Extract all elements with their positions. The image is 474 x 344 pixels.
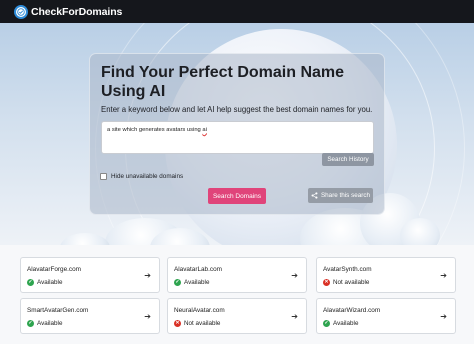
hide-unavailable-label[interactable]: Hide unavailable domains	[111, 173, 183, 180]
check-circle-icon: ✓	[174, 279, 181, 286]
top-navbar: CheckForDomains	[0, 0, 474, 23]
domain-status: ✓ Available	[174, 279, 210, 286]
arrow-right-icon[interactable]: ➔	[291, 271, 298, 280]
arrow-right-icon[interactable]: ➔	[440, 312, 447, 321]
check-circle-icon: ✓	[27, 279, 34, 286]
arrow-right-icon[interactable]: ➔	[291, 312, 298, 321]
domain-status: ✓ Available	[27, 279, 63, 286]
domain-name: AvatarSynth.com	[323, 266, 372, 273]
page-subtitle: Enter a keyword below and let AI help su…	[101, 105, 373, 114]
domain-name: AlavatarForge.com	[27, 266, 81, 273]
domain-name: AlavatarWizard.com	[323, 307, 381, 314]
share-search-button[interactable]: Share this search	[308, 188, 373, 203]
keyword-input[interactable]: a site which generates avatars using ai	[101, 121, 374, 154]
domain-results: AlavatarForge.com ✓ Available ➔ AlavatarL…	[0, 245, 474, 344]
hide-unavailable-row[interactable]: Hide unavailable domains	[100, 173, 183, 180]
hide-unavailable-checkbox[interactable]	[100, 173, 107, 180]
check-circle-icon: ✓	[323, 320, 330, 327]
search-history-button[interactable]: Search History	[322, 153, 374, 166]
domain-card[interactable]: AvatarSynth.com ✕ Not available ➔	[316, 257, 456, 293]
domain-card[interactable]: NeuralAvatar.com ✕ Not available ➔	[167, 298, 307, 334]
domain-status: ✕ Not available	[174, 320, 221, 327]
domain-name: NeuralAvatar.com	[174, 307, 225, 314]
arrow-right-icon[interactable]: ➔	[440, 271, 447, 280]
domain-card[interactable]: AlavatarForge.com ✓ Available ➔	[20, 257, 160, 293]
domain-status: ✓ Available	[27, 320, 63, 327]
globe-check-icon[interactable]	[14, 4, 28, 19]
x-circle-icon: ✕	[174, 320, 181, 327]
check-circle-icon: ✓	[27, 320, 34, 327]
x-circle-icon: ✕	[323, 279, 330, 286]
domain-card[interactable]: AlavatarWizard.com ✓ Available ➔	[316, 298, 456, 334]
domain-name: SmartAvatarGen.com	[27, 307, 89, 314]
domain-status: ✕ Not available	[323, 279, 370, 286]
page-title: Find Your Perfect Domain Name Using AI	[101, 64, 345, 100]
domain-card[interactable]: SmartAvatarGen.com ✓ Available ➔	[20, 298, 160, 334]
share-icon	[311, 192, 318, 199]
domain-name: AlavatarLab.com	[174, 266, 222, 273]
arrow-right-icon[interactable]: ➔	[144, 312, 151, 321]
arrow-right-icon[interactable]: ➔	[144, 271, 151, 280]
search-domains-button[interactable]: Search Domains	[208, 188, 266, 204]
domain-card[interactable]: AlavatarLab.com ✓ Available ➔	[167, 257, 307, 293]
domain-status: ✓ Available	[323, 320, 359, 327]
brand-name[interactable]: CheckForDomains	[31, 6, 122, 18]
